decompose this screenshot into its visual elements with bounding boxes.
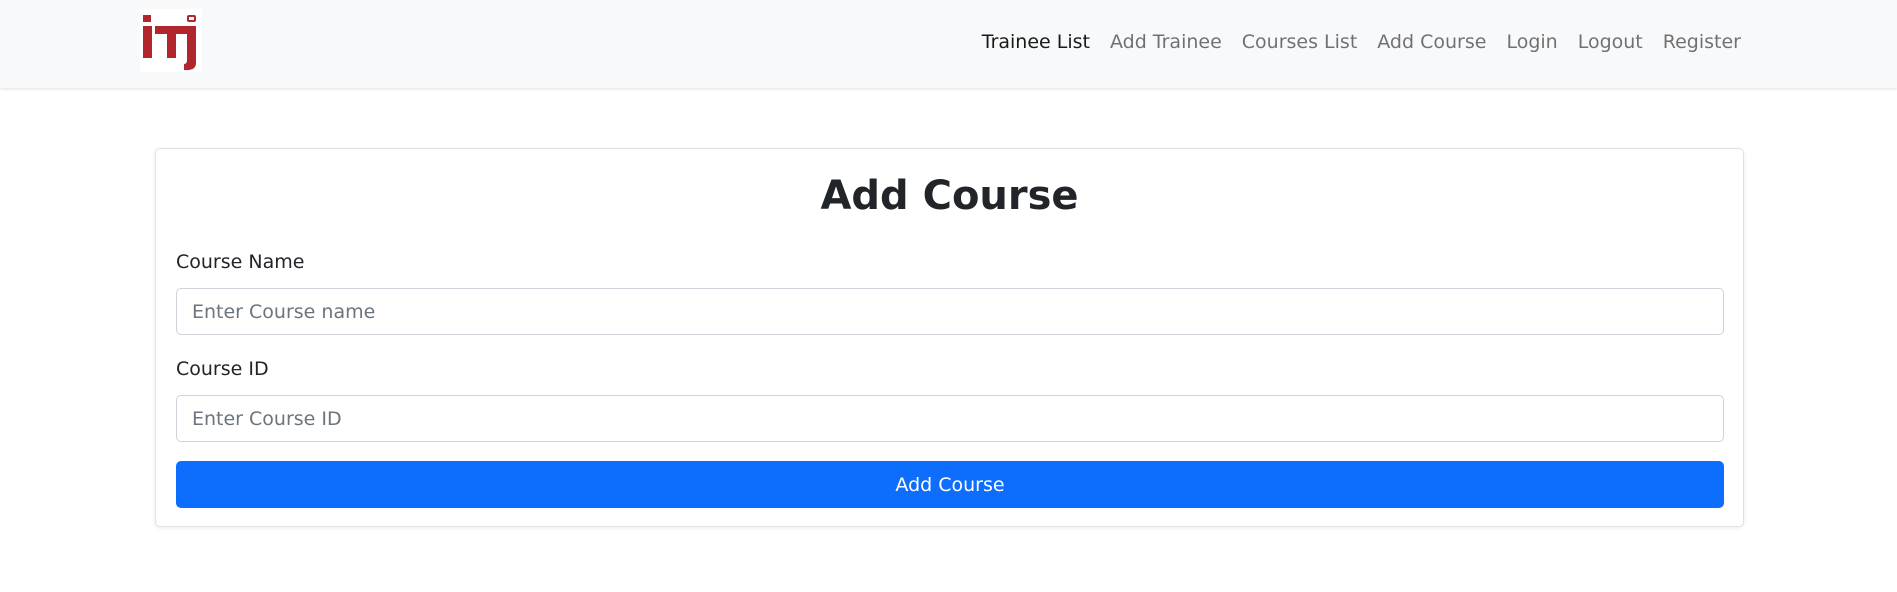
nav-link-login[interactable]: Login [1496, 31, 1567, 53]
nav-link-logout[interactable]: Logout [1568, 31, 1653, 53]
course-name-input[interactable] [176, 288, 1724, 335]
nav-link-courses-list[interactable]: Courses List [1232, 31, 1367, 53]
navbar: Trainee List Add Trainee Courses List Ad… [0, 0, 1897, 88]
course-name-label: Course Name [176, 251, 305, 273]
add-course-button[interactable]: Add Course [176, 461, 1724, 508]
nav-link-register[interactable]: Register [1653, 31, 1751, 53]
nav-links: Trainee List Add Trainee Courses List Ad… [972, 0, 1751, 84]
nav-link-add-trainee[interactable]: Add Trainee [1100, 31, 1232, 53]
course-id-label: Course ID [176, 358, 269, 380]
nav-link-add-course[interactable]: Add Course [1367, 31, 1496, 53]
nav-link-trainee-list[interactable]: Trainee List [972, 31, 1100, 53]
page-title: Add Course [820, 173, 1079, 219]
iti-logo[interactable] [140, 9, 202, 72]
add-course-form-card: Add Course Course Name Course ID Add Cou… [155, 148, 1744, 527]
course-id-input[interactable] [176, 395, 1724, 442]
